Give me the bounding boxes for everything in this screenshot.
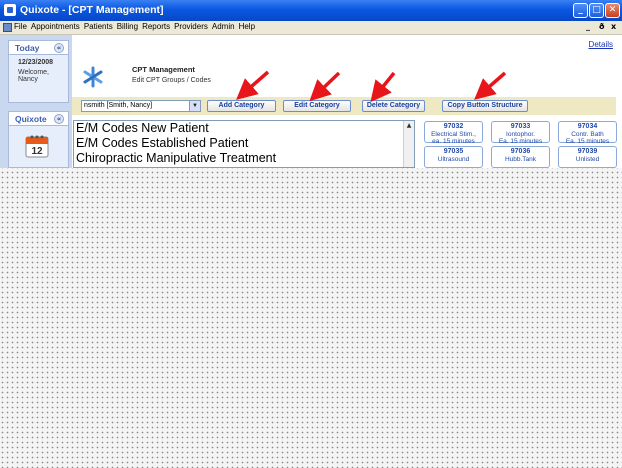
cpt-desc: Unlisted: [575, 156, 600, 163]
menu-appointments[interactable]: Appointments: [31, 22, 80, 31]
left-pane: Today « 12/23/2008 Welcome, Nancy Quixot…: [0, 35, 72, 168]
collapse-chevron-icon[interactable]: «: [54, 114, 64, 124]
menu-billing[interactable]: Billing: [117, 22, 138, 31]
calendar-day: 12: [31, 146, 43, 157]
delete-category-button[interactable]: Delete Category: [362, 100, 425, 112]
cpt-desc: Ultrasound: [437, 156, 470, 163]
mdi-minimize-button[interactable]: _: [586, 22, 590, 31]
cpt-code: 97036: [510, 148, 531, 155]
collapse-chevron-icon[interactable]: «: [54, 43, 64, 53]
user-name: Nancy: [18, 76, 38, 83]
copy-button-structure-button[interactable]: Copy Button Structure: [442, 100, 528, 112]
toolbar: nsmith [Smith, Nancy] ▼ Add Category Edi…: [72, 97, 616, 115]
mdi-close-button[interactable]: x: [611, 22, 616, 31]
maximize-button[interactable]: □: [589, 3, 604, 18]
cpt-code: 97032: [443, 123, 464, 130]
cpt-button-grid: 97032 Electrical Stim., ea. 15 minutes 9…: [424, 121, 620, 168]
menu-patients[interactable]: Patients: [84, 22, 113, 31]
menu-file[interactable]: File: [14, 22, 27, 31]
list-item[interactable]: E/M Codes New Patient: [74, 121, 414, 136]
cpt-desc: Ea. 15 minutes: [498, 138, 543, 145]
cpt-code: 97039: [577, 148, 598, 155]
add-category-button[interactable]: Add Category: [207, 100, 276, 112]
cpt-desc: ea. 15 minutes: [432, 138, 475, 145]
title-bar[interactable]: Quixote - [CPT Management] _ □ ✕: [0, 0, 622, 21]
scroll-up-arrow-icon[interactable]: ▲: [405, 122, 413, 130]
cpt-desc: Ea. 15 minutes: [565, 138, 610, 145]
today-panel-title: Today: [15, 43, 40, 53]
quixote-panel-title: Quixote: [15, 114, 47, 124]
list-item[interactable]: E/M Codes Established Patient: [74, 136, 414, 151]
mdi-restore-button[interactable]: ð: [599, 22, 605, 31]
minimize-button[interactable]: _: [573, 3, 588, 18]
cpt-desc: Iontophor.: [506, 131, 535, 138]
cpt-code: 97033: [510, 123, 531, 130]
asterisk-icon: [83, 66, 103, 88]
welcome-text: Welcome,: [18, 69, 49, 76]
menu-providers[interactable]: Providers: [174, 22, 208, 31]
vertical-scrollbar[interactable]: ▲: [403, 121, 414, 167]
cpt-button-97039[interactable]: 97039 Unlisted: [558, 146, 617, 168]
today-panel-body: 12/23/2008 Welcome, Nancy: [8, 55, 69, 103]
details-link[interactable]: Details: [589, 40, 613, 49]
close-button[interactable]: ✕: [605, 3, 620, 18]
cpt-button-97033[interactable]: 97033 Iontophor. Ea. 15 minutes: [491, 121, 550, 145]
list-item[interactable]: Chiropractic Manipulative Treatment: [74, 151, 414, 166]
cpt-button-97036[interactable]: 97036 Hubb.Tank: [491, 146, 550, 168]
dropdown-arrow-icon[interactable]: ▼: [189, 101, 200, 111]
calendar-icon[interactable]: 12: [24, 133, 50, 159]
app-icon[interactable]: [4, 4, 16, 16]
cpt-desc: Hubb.Tank: [504, 156, 537, 163]
today-panel-header[interactable]: Today «: [8, 40, 69, 55]
page-subtitle: Edit CPT Groups / Codes: [132, 77, 211, 84]
app-window: Quixote - [CPT Management] _ □ ✕ File Ap…: [0, 0, 622, 168]
mdi-document-icon[interactable]: [3, 23, 12, 32]
quixote-panel-header[interactable]: Quixote «: [8, 111, 69, 126]
cpt-button-97034[interactable]: 97034 Contr. Bath Ea. 15 minutes: [558, 121, 617, 145]
cpt-button-97032[interactable]: 97032 Electrical Stim., ea. 15 minutes: [424, 121, 483, 145]
quixote-panel: Quixote « 12: [8, 111, 69, 168]
menu-bar: File Appointments Patients Billing Repor…: [0, 21, 622, 35]
page-header: CPT Management Edit CPT Groups / Codes: [72, 55, 616, 95]
window-title: Quixote - [CPT Management]: [20, 4, 164, 16]
today-date: 12/23/2008: [18, 59, 54, 66]
category-list[interactable]: E/M Codes New Patient E/M Codes Establis…: [73, 120, 415, 168]
quixote-panel-body: 12: [8, 126, 69, 168]
cpt-desc: Electrical Stim.,: [431, 131, 476, 138]
cpt-code: 97035: [443, 148, 464, 155]
user-select[interactable]: nsmith [Smith, Nancy] ▼: [81, 100, 201, 112]
page-title: CPT Management: [132, 65, 195, 74]
cpt-code: 97034: [577, 123, 598, 130]
user-select-value: nsmith [Smith, Nancy]: [84, 102, 153, 109]
menu-admin[interactable]: Admin: [212, 22, 235, 31]
cpt-button-97035[interactable]: 97035 Ultrasound: [424, 146, 483, 168]
edit-category-button[interactable]: Edit Category: [283, 100, 351, 112]
main-content: Details CPT Management Edit CPT Groups /…: [72, 35, 622, 168]
today-panel: Today « 12/23/2008 Welcome, Nancy: [8, 40, 69, 103]
menu-help[interactable]: Help: [239, 22, 255, 31]
cpt-desc: Contr. Bath: [571, 131, 604, 138]
menu-reports[interactable]: Reports: [142, 22, 170, 31]
